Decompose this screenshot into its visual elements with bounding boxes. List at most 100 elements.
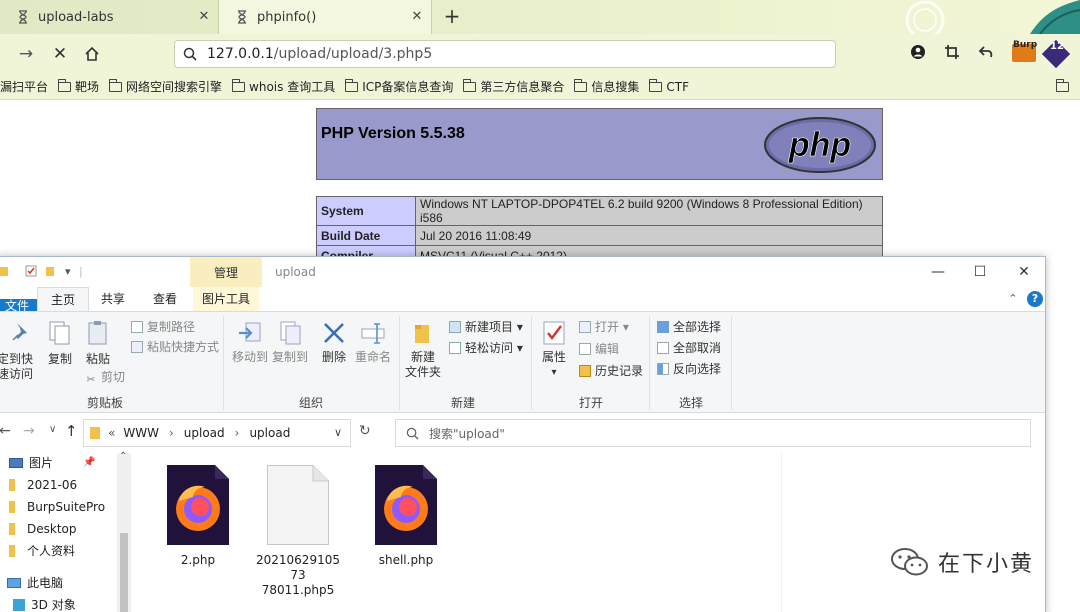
- undo-icon[interactable]: [978, 44, 994, 64]
- forward-arrow-icon[interactable]: →: [23, 423, 35, 439]
- file-item[interactable]: shell.php: [361, 465, 451, 568]
- paste-shortcut-label: 粘贴快捷方式: [147, 340, 220, 354]
- tab-share[interactable]: 共享: [93, 287, 133, 311]
- search-input[interactable]: 搜索"upload": [395, 419, 1031, 447]
- chevron-right-icon: ›: [168, 426, 174, 440]
- tab-phpinfo[interactable]: phpinfo() ✕: [218, 0, 432, 34]
- delete-button[interactable]: 删除: [319, 320, 349, 365]
- tab-picture-tools[interactable]: 图片工具: [193, 287, 259, 311]
- paste-shortcut-button[interactable]: 粘贴快捷方式: [131, 340, 219, 355]
- new-folder-button[interactable]: 新建 文件夹: [405, 320, 441, 380]
- easy-access-button[interactable]: 轻松访问 ▾: [449, 341, 523, 356]
- table-key: Build Date: [316, 225, 416, 246]
- invert-selection-button[interactable]: 反向选择: [657, 362, 721, 377]
- bookmark-folder-whois[interactable]: whois 查询工具: [232, 78, 335, 95]
- new-folder-label-1: 新建: [410, 350, 435, 364]
- tab-upload-labs[interactable]: upload-labs ✕: [0, 0, 218, 34]
- nav-item-label: Desktop: [27, 522, 77, 536]
- bookmark-folder-search-engine[interactable]: 网络空间搜索引擎: [109, 78, 222, 95]
- copy-path-icon: [131, 321, 143, 333]
- copy-to-icon: [280, 321, 301, 345]
- back-arrow-icon[interactable]: ←: [0, 423, 11, 439]
- up-arrow-icon[interactable]: ↑: [65, 422, 78, 440]
- chevron-up-icon[interactable]: ⌃: [1005, 291, 1021, 307]
- copy-to-button[interactable]: 复制到: [271, 320, 309, 365]
- history-button[interactable]: 历史记录: [579, 364, 643, 379]
- help-icon[interactable]: ?: [1027, 291, 1043, 307]
- copy-button[interactable]: 复制: [45, 320, 75, 367]
- burp-extension-button[interactable]: Burp: [1012, 40, 1038, 66]
- account-icon[interactable]: [910, 44, 926, 64]
- select-all-button[interactable]: 全部选择: [657, 320, 721, 335]
- pin-quick-access-button[interactable]: 定到快 速访问: [0, 320, 41, 382]
- folder-icon: [58, 78, 72, 92]
- bookmark-folder-ctf[interactable]: CTF: [649, 78, 689, 94]
- bookmark-folder-icp[interactable]: ICP备案信息查询: [345, 78, 453, 95]
- properties-check-icon[interactable]: [25, 265, 37, 280]
- move-to-button[interactable]: 移动到: [231, 320, 269, 365]
- maximize-button[interactable]: ☐: [965, 261, 995, 283]
- new-folder-icon[interactable]: [45, 265, 55, 280]
- bookmark-folder-range[interactable]: 靶场: [58, 78, 99, 95]
- address-bar[interactable]: 127.0.0.1/upload/upload/3.php5: [174, 40, 836, 68]
- cut-button[interactable]: ✂ 剪切: [85, 370, 125, 386]
- scissors-icon: ✂: [86, 373, 96, 386]
- close-button[interactable]: ✕: [1009, 261, 1039, 283]
- stop-icon[interactable]: ✕: [48, 42, 72, 66]
- new-item-button[interactable]: 新建项目 ▾: [449, 320, 523, 335]
- chevron-down-icon[interactable]: ∨: [49, 424, 56, 435]
- file-item[interactable]: 2.php: [153, 465, 243, 568]
- select-none-button[interactable]: 全部取消: [657, 341, 721, 356]
- folder-icon: [463, 78, 477, 92]
- nav-item-2021-06[interactable]: 2021-06: [9, 475, 77, 495]
- open-button[interactable]: 打开 ▾: [579, 320, 629, 335]
- nav-item-desktop[interactable]: Desktop: [9, 519, 77, 539]
- home-icon[interactable]: [80, 42, 104, 66]
- copy-path-button[interactable]: 复制路径: [131, 320, 195, 335]
- nav-item-3d-objects[interactable]: 3D 对象: [13, 595, 76, 612]
- breadcrumb-item[interactable]: upload: [184, 426, 225, 440]
- folder-icon: [345, 78, 359, 92]
- minimize-button[interactable]: —: [923, 261, 953, 283]
- close-icon[interactable]: ✕: [196, 9, 212, 25]
- refresh-icon[interactable]: ↻: [359, 423, 371, 439]
- chevron-down-icon[interactable]: ∨: [334, 426, 342, 439]
- folder-icon: [9, 479, 15, 491]
- properties-button[interactable]: 属性 ▾: [539, 320, 569, 380]
- tab-manage[interactable]: 管理: [190, 257, 262, 287]
- folder-icon: [109, 78, 123, 92]
- bookmark-folder-info-gathering[interactable]: 信息搜集: [574, 78, 639, 95]
- easy-access-icon: [449, 342, 461, 354]
- nav-item-burpsuitepro[interactable]: BurpSuitePro: [9, 497, 105, 517]
- chevron-up-icon[interactable]: ⌃: [119, 451, 127, 462]
- address-breadcrumb[interactable]: « WWW › upload › upload ∨: [83, 419, 351, 447]
- folder-icon: [574, 78, 588, 92]
- nav-item-pictures[interactable]: 图片 📌: [9, 453, 95, 473]
- chevron-down-icon[interactable]: ▾: [65, 265, 71, 278]
- forward-arrow-icon[interactable]: →: [14, 42, 38, 66]
- rename-button[interactable]: 重命名: [355, 320, 391, 365]
- crop-icon[interactable]: [944, 44, 960, 64]
- nav-item-this-pc[interactable]: 此电脑: [7, 573, 63, 593]
- paste-button[interactable]: 粘贴: [83, 320, 113, 367]
- other-bookmarks-folder[interactable]: [1056, 79, 1073, 95]
- breadcrumb-item[interactable]: upload: [249, 426, 290, 440]
- edit-button[interactable]: 编辑: [579, 342, 619, 357]
- tab-home[interactable]: 主页: [37, 287, 89, 311]
- breadcrumb-item[interactable]: WWW: [123, 426, 159, 440]
- close-icon[interactable]: ✕: [409, 9, 425, 25]
- extension-button[interactable]: 12: [1041, 38, 1071, 69]
- pin-icon[interactable]: 📌: [83, 453, 95, 473]
- file-item[interactable]: 2021062910573 78011.php5: [253, 465, 343, 598]
- tab-view[interactable]: 查看: [145, 287, 185, 311]
- nav-scrollbar[interactable]: ⌃: [117, 451, 131, 612]
- nav-item-personal[interactable]: 个人资料: [9, 541, 75, 561]
- open-icon: [579, 321, 591, 333]
- bookmark-folder-aggregation[interactable]: 第三方信息聚合: [463, 78, 564, 95]
- table-value: Windows NT LAPTOP-DPOP4TEL 6.2 build 920…: [415, 196, 883, 226]
- pin-icon: [12, 323, 27, 341]
- bookmark-scan-platform[interactable]: 漏扫平台: [0, 78, 48, 95]
- new-tab-button[interactable]: +: [440, 4, 464, 28]
- scrollbar-thumb[interactable]: [120, 533, 128, 612]
- extension-badge: 12: [1050, 41, 1064, 52]
